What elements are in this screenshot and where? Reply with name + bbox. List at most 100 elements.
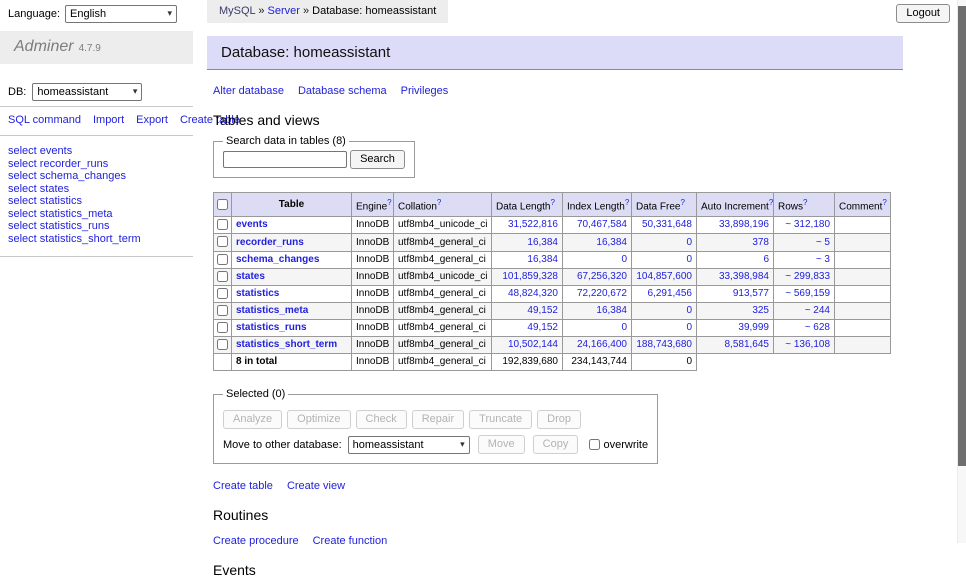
row-checkbox[interactable] (217, 236, 228, 247)
truncate-button[interactable]: Truncate (469, 410, 532, 429)
data-length-link[interactable]: 49,152 (527, 322, 558, 333)
select-all-checkbox[interactable] (217, 199, 228, 210)
row-checkbox[interactable] (217, 219, 228, 230)
sidebar-action-sql-command[interactable]: SQL command (8, 114, 81, 126)
repair-button[interactable]: Repair (412, 410, 464, 429)
index-length-link[interactable]: 67,256,320 (577, 271, 627, 282)
routine-link-create-procedure[interactable]: Create procedure (213, 535, 299, 547)
row-checkbox[interactable] (217, 322, 228, 333)
data-length-link[interactable]: 16,384 (527, 254, 558, 265)
auto-increment-link[interactable]: 6 (763, 254, 769, 265)
data-length-link[interactable]: 10,502,144 (508, 339, 558, 350)
data-free-link[interactable]: 50,331,648 (642, 219, 692, 230)
sidebar-item-select-events[interactable]: select events (8, 145, 185, 158)
db-link-alter-database[interactable]: Alter database (213, 85, 284, 97)
auto-increment-link[interactable]: 8,581,645 (725, 339, 770, 350)
move-button[interactable]: Move (478, 435, 525, 454)
auto-increment-link[interactable]: 378 (752, 237, 769, 248)
data-length-link[interactable]: 48,824,320 (508, 288, 558, 299)
table-link-statistics[interactable]: statistics (236, 288, 279, 299)
row-checkbox[interactable] (217, 339, 228, 350)
rows-link[interactable]: ~ 628 (805, 322, 830, 333)
sidebar-item-select-statistics-meta[interactable]: select statistics_meta (8, 208, 185, 221)
check-button[interactable]: Check (356, 410, 407, 429)
sidebar-item-select-schema-changes[interactable]: select schema_changes (8, 170, 185, 183)
rows-link[interactable]: ~ 5 (816, 237, 830, 248)
sidebar-action-import[interactable]: Import (93, 114, 124, 126)
data-free-link[interactable]: 0 (686, 254, 692, 265)
table-link-statistics-short-term[interactable]: statistics_short_term (236, 339, 337, 350)
table-link-schema-changes[interactable]: schema_changes (236, 254, 319, 265)
help-link[interactable]: ? (387, 198, 391, 207)
data-free-link[interactable]: 0 (686, 305, 692, 316)
index-length-link[interactable]: 16,384 (596, 237, 627, 248)
sidebar-action-export[interactable]: Export (136, 114, 168, 126)
sidebar-item-select-recorder-runs[interactable]: select recorder_runs (8, 158, 185, 171)
auto-increment-link[interactable]: 33,898,196 (719, 219, 769, 230)
help-link[interactable]: ? (551, 198, 555, 207)
vertical-scrollbar[interactable] (957, 0, 966, 543)
create-link-create-table[interactable]: Create table (213, 480, 273, 492)
row-checkbox[interactable] (217, 271, 228, 282)
sidebar-item-select-statistics[interactable]: select statistics (8, 195, 185, 208)
sidebar-item-select-states[interactable]: select states (8, 183, 185, 196)
db-select[interactable]: homeassistant (33, 84, 141, 100)
data-free-link[interactable]: 188,743,680 (636, 339, 692, 350)
rows-link[interactable]: ~ 299,833 (785, 271, 830, 282)
help-link[interactable]: ? (882, 198, 886, 207)
data-length-link[interactable]: 101,859,328 (502, 271, 558, 282)
table-search-input[interactable] (223, 151, 347, 168)
analyze-button[interactable]: Analyze (223, 410, 282, 429)
auto-increment-link[interactable]: 33,398,984 (719, 271, 769, 282)
help-link[interactable]: ? (680, 198, 684, 207)
row-checkbox[interactable] (217, 305, 228, 316)
table-link-recorder-runs[interactable]: recorder_runs (236, 237, 304, 248)
table-link-statistics-runs[interactable]: statistics_runs (236, 322, 307, 333)
row-checkbox[interactable] (217, 254, 228, 265)
language-select[interactable]: English (66, 6, 176, 22)
index-length-link[interactable]: 70,467,584 (577, 219, 627, 230)
rows-link[interactable]: ~ 136,108 (785, 339, 830, 350)
logout-button[interactable]: Logout (896, 4, 950, 23)
data-free-link[interactable]: 0 (686, 237, 692, 248)
move-db-select[interactable]: homeassistant (349, 437, 469, 453)
db-link-database-schema[interactable]: Database schema (298, 85, 387, 97)
auto-increment-link[interactable]: 913,577 (733, 288, 769, 299)
scrollbar-thumb[interactable] (958, 6, 966, 466)
db-link-privileges[interactable]: Privileges (401, 85, 449, 97)
breadcrumb-link-mysql[interactable]: MySQL (219, 5, 255, 17)
table-link-states[interactable]: states (236, 271, 265, 282)
breadcrumb-link-server[interactable]: Server (268, 5, 300, 17)
data-length-link[interactable]: 31,522,816 (508, 219, 558, 230)
search-button[interactable]: Search (350, 150, 405, 169)
rows-link[interactable]: ~ 312,180 (785, 219, 830, 230)
index-length-link[interactable]: 24,166,400 (577, 339, 627, 350)
create-link-create-view[interactable]: Create view (287, 480, 345, 492)
optimize-button[interactable]: Optimize (287, 410, 350, 429)
data-length-link[interactable]: 49,152 (527, 305, 558, 316)
sidebar-item-select-statistics-runs[interactable]: select statistics_runs (8, 220, 185, 233)
rows-link[interactable]: ~ 244 (805, 305, 830, 316)
auto-increment-link[interactable]: 325 (752, 305, 769, 316)
help-link[interactable]: ? (803, 198, 807, 207)
routine-link-create-function[interactable]: Create function (313, 535, 388, 547)
index-length-link[interactable]: 72,220,672 (577, 288, 627, 299)
sidebar-item-select-statistics-short-term[interactable]: select statistics_short_term (8, 233, 185, 246)
drop-button[interactable]: Drop (537, 410, 581, 429)
data-free-link[interactable]: 104,857,600 (636, 271, 692, 282)
data-length-link[interactable]: 16,384 (527, 237, 558, 248)
data-free-link[interactable]: 0 (686, 322, 692, 333)
index-length-link[interactable]: 0 (621, 322, 627, 333)
help-link[interactable]: ? (437, 198, 441, 207)
table-link-events[interactable]: events (236, 219, 268, 230)
rows-link[interactable]: ~ 3 (816, 254, 830, 265)
data-free-link[interactable]: 6,291,456 (648, 288, 693, 299)
auto-increment-link[interactable]: 39,999 (738, 322, 769, 333)
help-link[interactable]: ? (625, 198, 629, 207)
table-link-statistics-meta[interactable]: statistics_meta (236, 305, 308, 316)
index-length-link[interactable]: 16,384 (596, 305, 627, 316)
row-checkbox[interactable] (217, 288, 228, 299)
index-length-link[interactable]: 0 (621, 254, 627, 265)
help-link[interactable]: ? (769, 198, 773, 207)
overwrite-checkbox[interactable] (589, 439, 600, 450)
